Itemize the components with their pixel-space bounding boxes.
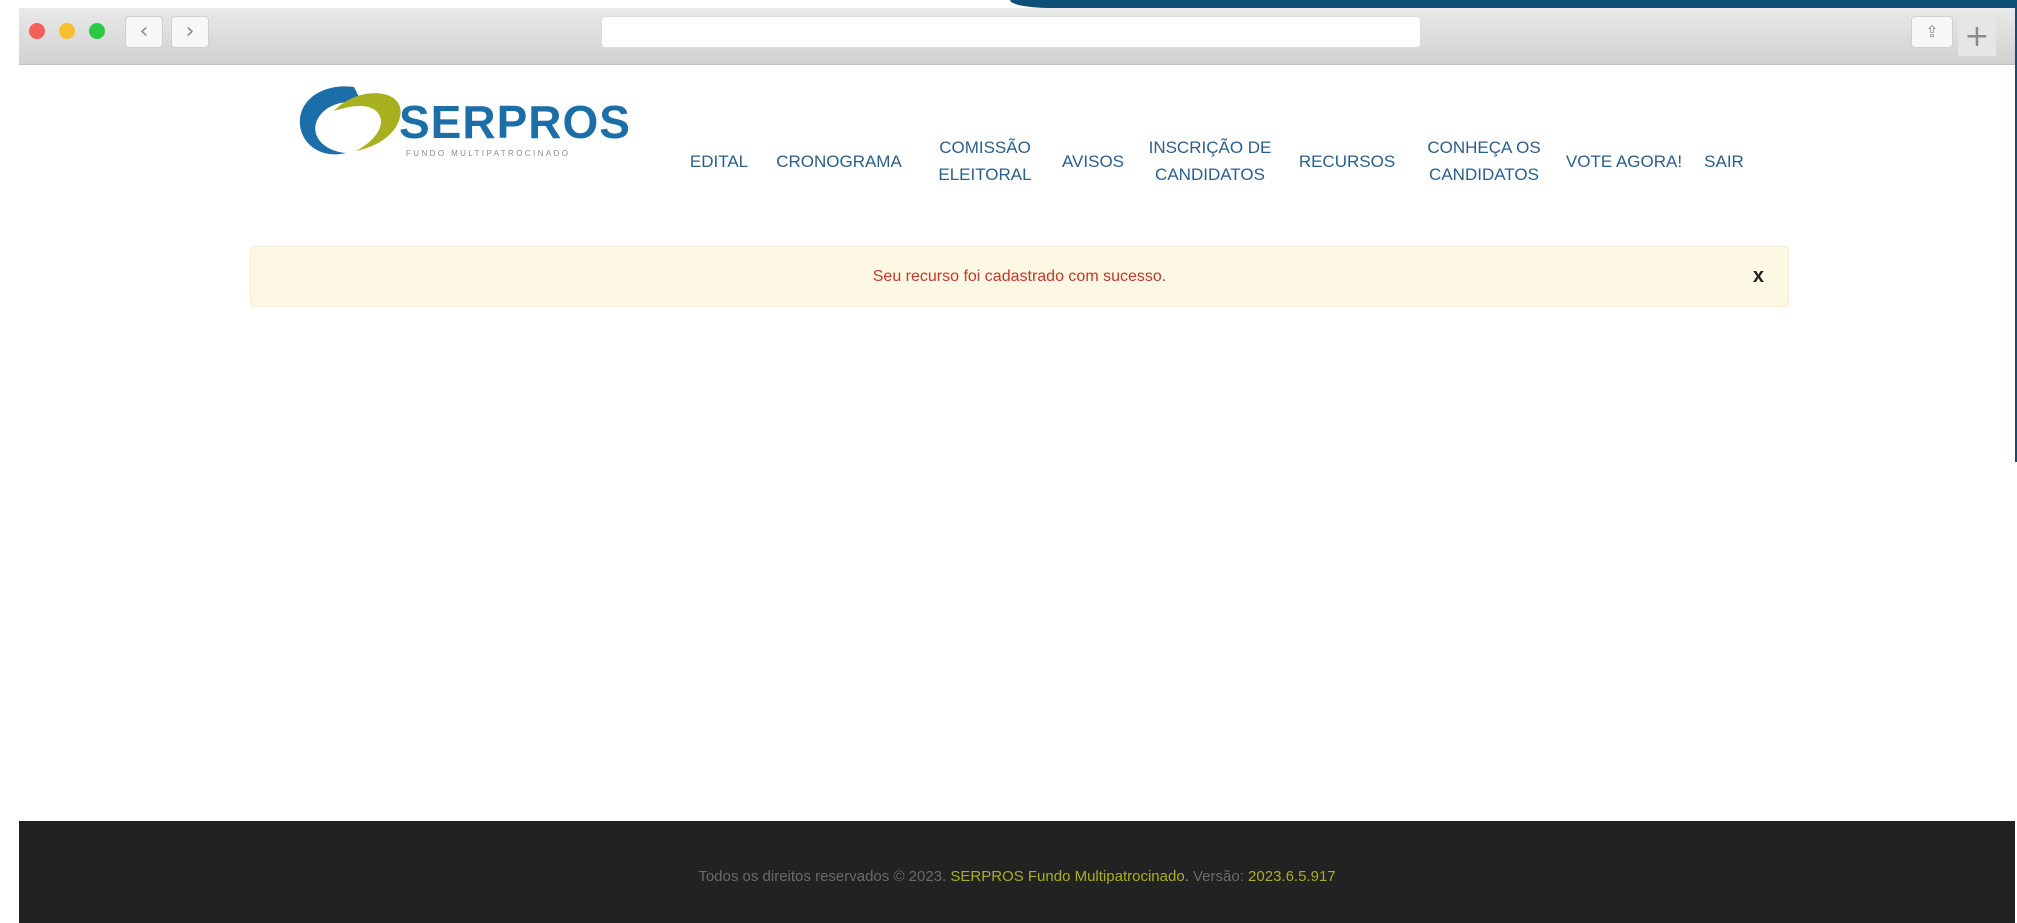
footer-version-number: 2023.6.5.917 [1248, 868, 1336, 885]
nav-item-vote-agora[interactable]: VOTE AGORA! [1559, 148, 1689, 175]
nav-item-label: VOTE AGORA! [1565, 152, 1683, 171]
nav-item-inscricao-candidatos[interactable]: INSCRIÇÃO DE CANDIDATOS [1135, 134, 1285, 188]
nav-item-label: CANDIDATOS [1155, 165, 1265, 184]
page-footer: Todos os direitos reservados © 2023. SER… [19, 821, 2015, 923]
background-slide-band [1010, 0, 2017, 8]
nav-item-cronograma[interactable]: CRONOGRAMA [759, 148, 919, 175]
nav-item-comissao-eleitoral[interactable]: COMISSÃO ELEITORAL [919, 134, 1051, 188]
browser-window: ‹ › ⇪ SERPROS FUNDO MULTIPATROCINADO EDI… [19, 8, 2015, 923]
nav-item-recursos[interactable]: RECURSOS [1285, 148, 1409, 175]
plus-icon: + [1964, 19, 1990, 54]
nav-item-label: SAIR [1704, 152, 1744, 171]
footer-org-link[interactable]: SERPROS Fundo Multipatrocinado. [950, 868, 1188, 885]
success-alert: Seu recurso foi cadastrado com sucesso. … [250, 246, 1789, 307]
nav-item-sair[interactable]: SAIR [1689, 148, 1759, 175]
alert-message: Seu recurso foi cadastrado com sucesso. [872, 268, 1167, 285]
nav-item-edital[interactable]: EDITAL [674, 148, 764, 175]
alert-close-button[interactable]: x [1753, 247, 1764, 306]
nav-item-avisos[interactable]: AVISOS [1051, 148, 1135, 175]
nav-item-label: CONHEÇA OS [1427, 138, 1541, 157]
main-navigation: EDITAL CRONOGRAMA COMISSÃO ELEITORAL AVI… [19, 8, 2015, 188]
nav-item-label: INSCRIÇÃO DE [1148, 138, 1272, 157]
nav-item-label: ELEITORAL [938, 165, 1032, 184]
nav-item-label: CANDIDATOS [1429, 165, 1539, 184]
footer-rights-text: Todos os direitos reservados © 2023. [698, 868, 947, 885]
footer-version-label: Versão: [1193, 868, 1244, 885]
footer-copyright: Todos os direitos reservados © 2023. SER… [19, 821, 2015, 923]
nav-item-label: COMISSÃO [939, 138, 1031, 157]
nav-item-conheca-candidatos[interactable]: CONHEÇA OS CANDIDATOS [1409, 134, 1559, 188]
nav-item-label: AVISOS [1061, 152, 1125, 171]
nav-item-label: RECURSOS [1298, 152, 1396, 171]
nav-item-label: CRONOGRAMA [776, 152, 902, 171]
nav-item-label: EDITAL [689, 152, 749, 171]
new-tab-button[interactable]: + [1958, 18, 1996, 56]
screenshot-canvas: ‹ › ⇪ SERPROS FUNDO MULTIPATROCINADO EDI… [0, 0, 2017, 923]
